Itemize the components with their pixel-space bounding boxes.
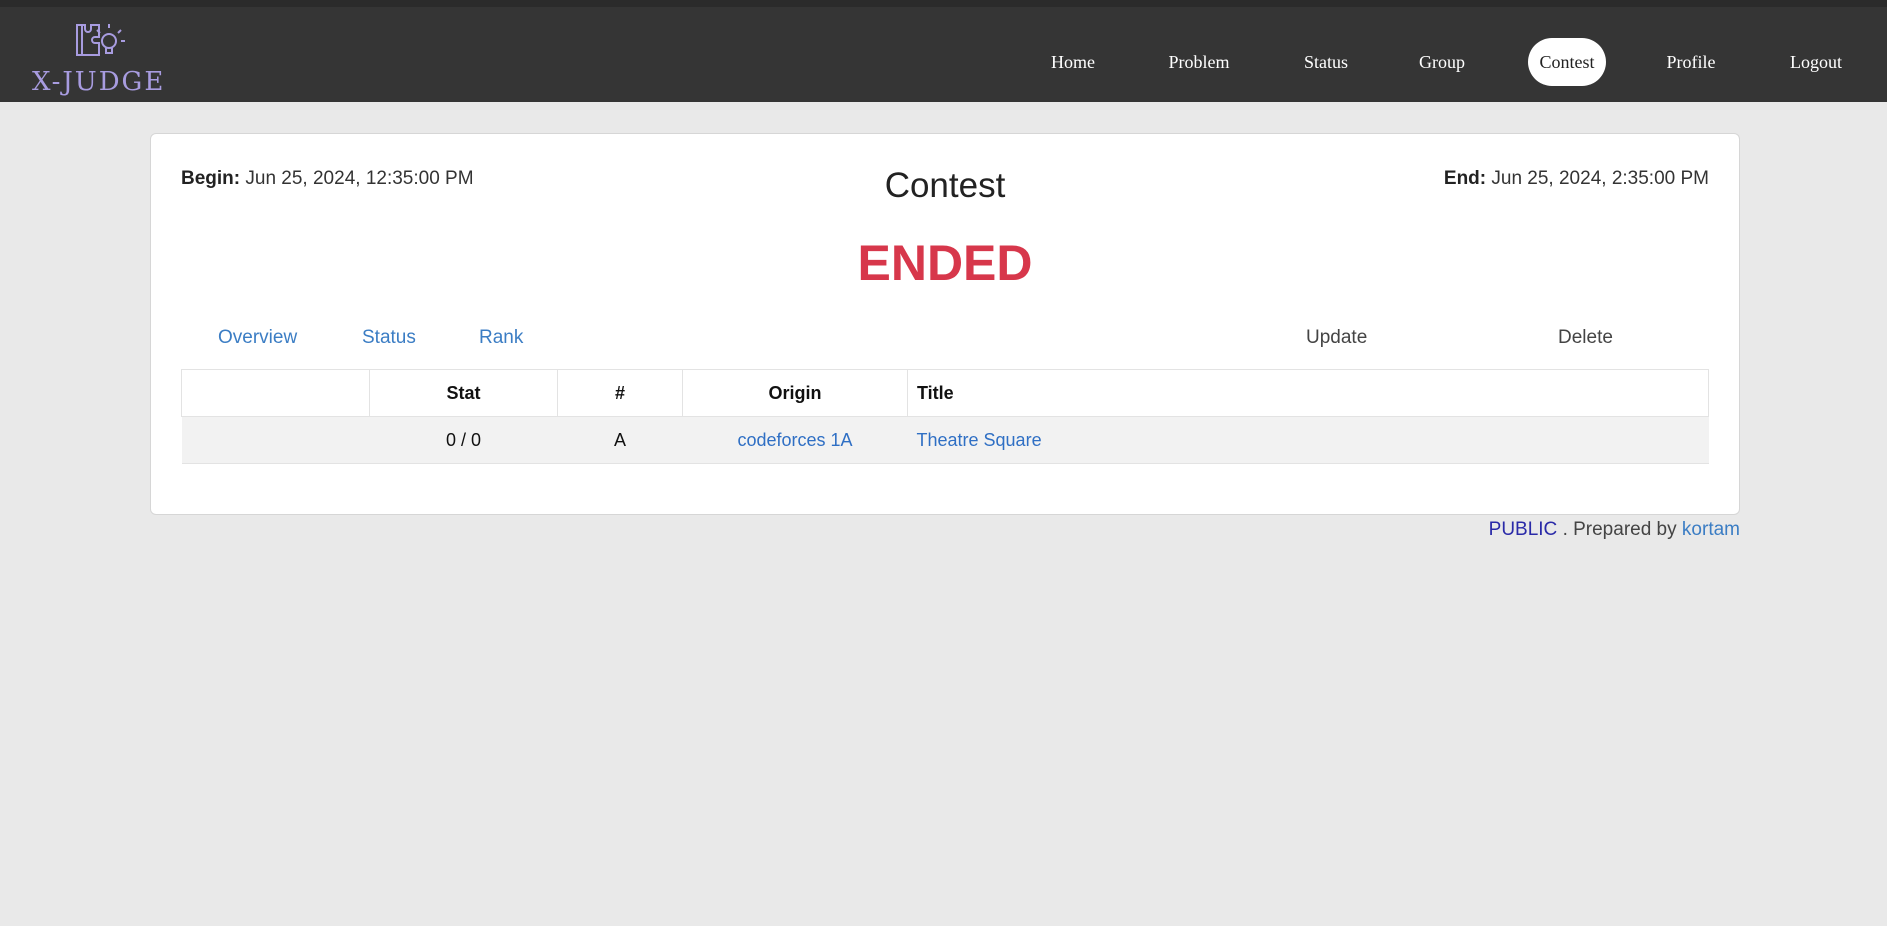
update-button[interactable]: Update — [1306, 327, 1367, 349]
header-index: # — [557, 369, 683, 417]
problem-title-link[interactable]: Theatre Square — [917, 430, 1042, 450]
brand-name: X-JUDGE — [32, 67, 166, 97]
end-time: End: Jun 25, 2024, 2:35:00 PM — [1444, 168, 1709, 190]
top-navbar: X-JUDGE Home Problem Status Group Contes… — [0, 0, 1887, 102]
cell-stat: 0 / 0 — [369, 416, 558, 464]
header-title: Title — [907, 369, 1709, 417]
cell-title: Theatre Square — [907, 416, 1709, 464]
nav-contest[interactable]: Contest — [1528, 38, 1606, 86]
origin-link[interactable]: codeforces 1A — [737, 430, 852, 450]
cell-blank — [181, 416, 370, 464]
nav-logout[interactable]: Logout — [1778, 38, 1854, 86]
nav-home[interactable]: Home — [1035, 38, 1111, 86]
end-label: End: — [1443, 168, 1487, 189]
tab-overview[interactable]: Overview — [218, 327, 297, 349]
cell-index: A — [557, 416, 683, 464]
prepared-by-text: . Prepared by — [1562, 519, 1677, 540]
nav-profile[interactable]: Profile — [1654, 38, 1728, 86]
delete-button[interactable]: Delete — [1558, 327, 1613, 349]
cell-origin: codeforces 1A — [682, 416, 908, 464]
table-header-row: Stat # Origin Title — [181, 369, 1709, 417]
header-blank — [181, 369, 370, 417]
puzzle-lightbulb-icon — [76, 24, 125, 56]
nav-status[interactable]: Status — [1292, 38, 1360, 86]
table-row: 0 / 0 A codeforces 1A Theatre Square — [181, 416, 1709, 464]
nav-group[interactable]: Group — [1408, 38, 1476, 86]
tab-status[interactable]: Status — [362, 327, 416, 349]
header-origin: Origin — [682, 369, 908, 417]
nav-problem[interactable]: Problem — [1158, 38, 1240, 86]
end-value: Jun 25, 2024, 2:35:00 PM — [1491, 168, 1709, 189]
tab-rank[interactable]: Rank — [479, 327, 523, 349]
brand-logo[interactable]: X-JUDGE — [32, 19, 166, 99]
contest-state: ENDED — [857, 235, 1033, 291]
visibility-link[interactable]: PUBLIC — [1489, 519, 1558, 540]
contest-footer: PUBLIC . Prepared by kortam — [1489, 519, 1740, 541]
author-link[interactable]: kortam — [1682, 519, 1740, 540]
header-stat: Stat — [369, 369, 558, 417]
problems-table: Stat # Origin Title 0 / 0 A codeforces 1… — [181, 369, 1709, 464]
contest-card: Begin: Jun 25, 2024, 12:35:00 PM Contest… — [150, 133, 1740, 515]
